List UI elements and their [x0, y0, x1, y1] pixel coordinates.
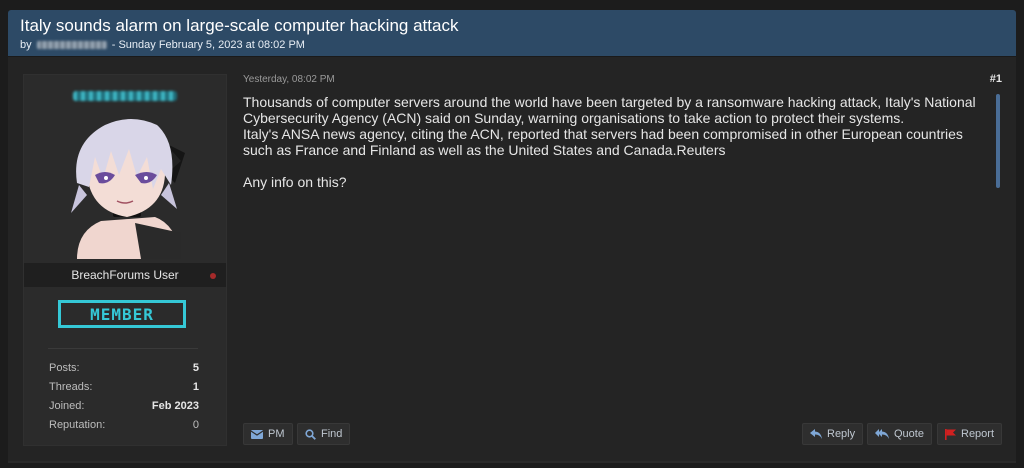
- stat-value[interactable]: 0: [193, 419, 199, 431]
- stat-label: Posts:: [49, 362, 80, 374]
- reply-button[interactable]: Reply: [802, 423, 864, 445]
- rank-badge: MEMBER: [58, 300, 186, 328]
- quote-label: Quote: [894, 428, 924, 440]
- pm-label: PM: [268, 428, 285, 440]
- report-button[interactable]: Report: [937, 423, 1003, 445]
- post-number-link[interactable]: #1: [990, 73, 1002, 85]
- author-link-redacted[interactable]: [36, 41, 107, 50]
- stat-threads: Threads: 1: [49, 381, 199, 399]
- reply-arrow-icon: [810, 429, 822, 439]
- search-icon: [305, 428, 316, 440]
- offline-status-icon: [210, 273, 216, 279]
- stat-label: Joined:: [49, 400, 85, 412]
- avatar[interactable]: [57, 113, 193, 259]
- post: BreachForums User MEMBER Posts: 5 Thread…: [8, 56, 1016, 461]
- thread-header: Italy sounds alarm on large-scale comput…: [8, 10, 1016, 56]
- meta-prefix: by: [20, 39, 32, 51]
- rank-label: MEMBER: [90, 304, 154, 324]
- find-button[interactable]: Find: [297, 423, 351, 445]
- stat-value[interactable]: 1: [193, 381, 199, 393]
- post-paragraph: Any info on this?: [243, 174, 347, 190]
- report-label: Report: [961, 428, 995, 440]
- post-date: Yesterday, 08:02 PM: [243, 74, 335, 85]
- stat-posts: Posts: 5: [49, 362, 199, 380]
- find-label: Find: [321, 428, 343, 440]
- thread-title: Italy sounds alarm on large-scale comput…: [20, 16, 459, 35]
- reply-label: Reply: [827, 428, 856, 440]
- pm-button[interactable]: PM: [243, 423, 293, 445]
- quote-button[interactable]: Quote: [867, 423, 932, 445]
- meta-date: - Sunday February 5, 2023 at 08:02 PM: [111, 39, 305, 51]
- envelope-icon: [251, 429, 263, 439]
- stats-divider: [48, 348, 198, 349]
- scrollbar-thumb[interactable]: [996, 94, 1000, 188]
- post-body: Thousands of computer servers around the…: [243, 94, 993, 190]
- author-panel: BreachForums User MEMBER Posts: 5 Thread…: [23, 74, 227, 446]
- user-title-bar: BreachForums User: [24, 263, 226, 287]
- reply-all-icon: [875, 429, 889, 439]
- stat-joined: Joined: Feb 2023: [49, 400, 199, 418]
- flag-icon: [945, 428, 956, 440]
- divider: [8, 461, 1016, 463]
- stat-value: Feb 2023: [151, 400, 199, 412]
- post-paragraph: Italy's ANSA news agency, citing the ACN…: [243, 126, 963, 158]
- stat-label: Reputation:: [49, 419, 106, 431]
- stat-reputation: Reputation: 0: [49, 419, 199, 437]
- stat-value[interactable]: 5: [193, 362, 199, 374]
- thread-meta: by - Sunday February 5, 2023 at 08:02 PM: [20, 38, 1004, 52]
- post-paragraph: Thousands of computer servers around the…: [243, 94, 976, 126]
- user-title: BreachForums User: [71, 268, 179, 282]
- stat-label: Threads:: [49, 381, 93, 393]
- author-name-redacted[interactable]: [73, 91, 177, 101]
